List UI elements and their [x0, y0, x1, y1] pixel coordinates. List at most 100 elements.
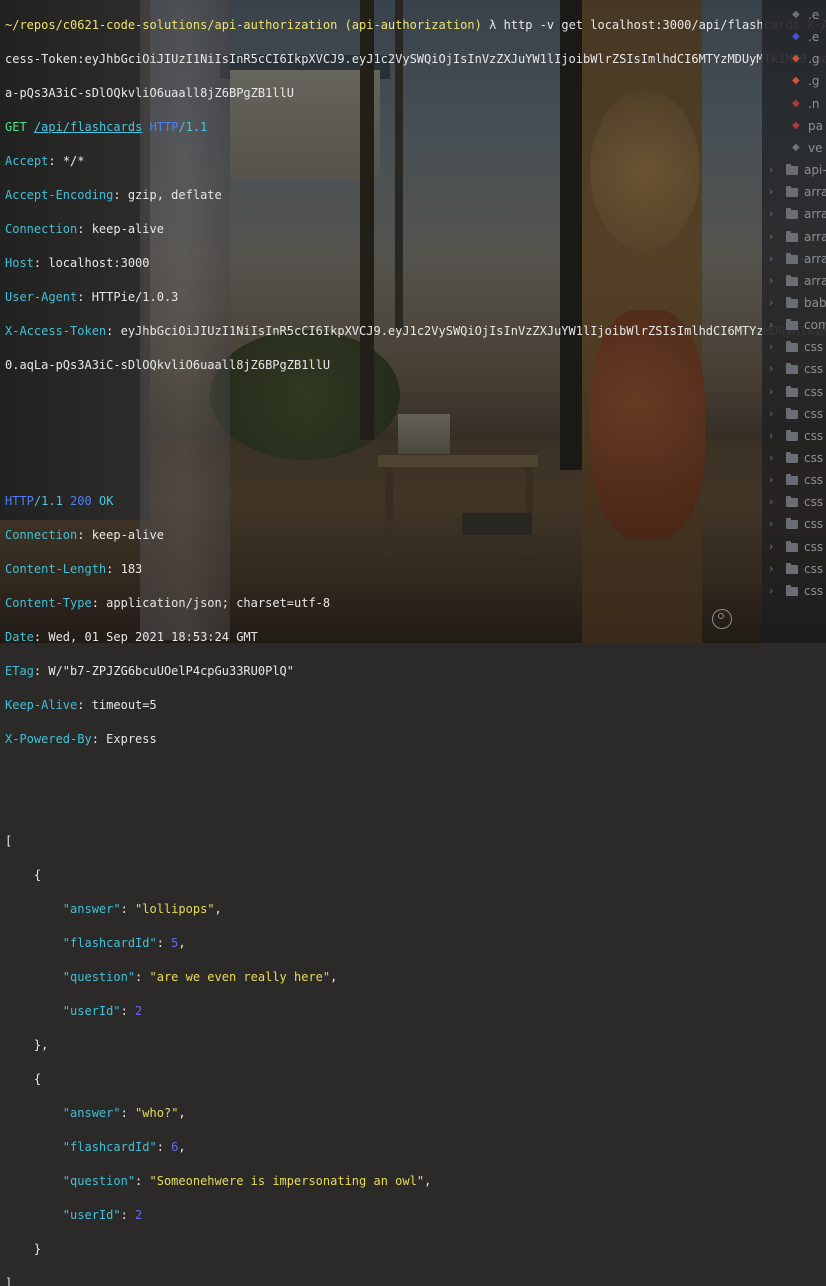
explorer-folder-label: arra	[804, 229, 826, 244]
header-value: Wed, 01 Sep 2021 18:53:24 GMT	[48, 630, 258, 644]
chevron-right-icon[interactable]: ›	[769, 536, 773, 558]
json-field: "question": "are we even really here",	[62, 970, 338, 984]
explorer-folder-item[interactable]: › css	[762, 469, 826, 491]
explorer-file-item[interactable]: ◆ .g	[762, 48, 826, 70]
header-key: Date	[5, 630, 34, 644]
json-close-bracket: ]	[5, 1276, 13, 1286]
explorer-file-item[interactable]: ◆ .e	[762, 4, 826, 26]
request-path: /api/flashcards	[33, 120, 143, 134]
json-answer: lollipops	[142, 902, 208, 916]
explorer-file-item[interactable]: ◆ .n	[762, 93, 826, 115]
json-brace: }	[33, 1242, 42, 1256]
explorer-folder-item[interactable]: › com	[762, 314, 826, 336]
header-value: application/json; charset=utf-8	[106, 596, 331, 610]
explorer-folder-item[interactable]: › css	[762, 447, 826, 469]
explorer-folder-item[interactable]: › bab	[762, 292, 826, 314]
header-line: ETag: W/"b7-ZPJZG6bcuUOelP4cpGu33RU0PlQ"	[5, 664, 294, 678]
header-line: Keep-Alive: timeout=5	[5, 698, 157, 712]
explorer-folder-item[interactable]: › css	[762, 491, 826, 513]
chevron-right-icon[interactable]: ›	[769, 513, 773, 535]
json-question: are we even really here	[156, 970, 323, 984]
file-explorer-sidebar[interactable]: ◆ .e ◆ .e ◆ .g ◆ .g ◆ .n ◆ pa ◆ ve › api- › arra › arra › arr…	[762, 0, 826, 643]
explorer-file-item[interactable]: ◆ .e	[762, 26, 826, 48]
explorer-folder-item[interactable]: › arra	[762, 248, 826, 270]
explorer-folder-item[interactable]: › css	[762, 336, 826, 358]
chevron-right-icon[interactable]: ›	[769, 558, 773, 580]
header-key: Host	[5, 256, 34, 270]
json-field: "userId": 2	[62, 1208, 143, 1222]
chevron-right-icon[interactable]: ›	[769, 248, 773, 270]
explorer-file-item[interactable]: ◆ pa	[762, 115, 826, 137]
header-value: W/"b7-ZPJZG6bcuUOelP4cpGu33RU0PlQ"	[48, 664, 294, 678]
chevron-right-icon[interactable]: ›	[769, 336, 773, 358]
explorer-folder-item[interactable]: › css	[762, 425, 826, 447]
chevron-right-icon[interactable]: ›	[769, 226, 773, 248]
chevron-right-icon[interactable]: ›	[769, 203, 773, 225]
folder-icon	[786, 452, 798, 463]
json-field: "answer": "lollipops",	[62, 902, 222, 916]
header-line: X-Access-Token: eyJhbGciOiJIUzI1NiIsInR5…	[5, 323, 826, 340]
explorer-folder-item[interactable]: › css	[762, 536, 826, 558]
chevron-right-icon[interactable]: ›	[769, 447, 773, 469]
chevron-right-icon[interactable]: ›	[769, 270, 773, 292]
chevron-right-icon[interactable]: ›	[769, 580, 773, 602]
json-field: "answer": "who?",	[62, 1106, 186, 1120]
explorer-file-label: .g	[808, 52, 820, 67]
folder-icon	[786, 429, 798, 441]
explorer-folder-item[interactable]: › css	[762, 403, 826, 425]
header-value: keep-alive	[91, 222, 164, 236]
folder-icon	[786, 164, 798, 176]
explorer-folder-item[interactable]: › css	[762, 513, 826, 535]
explorer-folder-item[interactable]: › css	[762, 358, 826, 380]
json-close-brace: },	[5, 1037, 795, 1054]
explorer-folder-label: css	[804, 517, 824, 532]
git-file-icon: ◆	[792, 75, 800, 87]
explorer-folder-item[interactable]: › css	[762, 580, 826, 602]
header-key: Connection	[5, 222, 78, 236]
explorer-folder-item[interactable]: › api-	[762, 159, 826, 181]
chevron-right-icon[interactable]: ›	[769, 425, 773, 447]
explorer-file-item[interactable]: ◆ ve	[762, 137, 826, 159]
chevron-right-icon[interactable]: ›	[769, 159, 773, 181]
header-line: User-Agent: HTTPie/1.0.3	[5, 290, 179, 304]
chevron-right-icon[interactable]: ›	[769, 469, 773, 491]
chevron-right-icon[interactable]: ›	[769, 314, 773, 336]
status-code: 200	[70, 494, 92, 508]
account-icon[interactable]	[712, 609, 732, 629]
chevron-right-icon[interactable]: ›	[769, 381, 773, 403]
explorer-file-item[interactable]: ◆ .g	[762, 70, 826, 92]
folder-icon	[786, 407, 798, 419]
explorer-folder-item[interactable]: › arra	[762, 181, 826, 203]
explorer-folder-item[interactable]: › css	[762, 381, 826, 403]
chevron-right-icon[interactable]: ›	[769, 403, 773, 425]
status-line: HTTP/1.1 200 OK	[5, 493, 795, 510]
explorer-file-label: .e	[808, 30, 820, 45]
command-continuation: cess-Token:eyJhbGciOiJIUzI1NiIsInR5cCI6I…	[5, 52, 826, 66]
explorer-folder-item[interactable]: › arra	[762, 270, 826, 292]
git-file-icon: ◆	[792, 53, 800, 65]
header-value: */*	[62, 154, 85, 168]
folder-icon	[786, 584, 798, 596]
json-open-brace: {	[5, 1071, 795, 1088]
header-key: User-Agent	[5, 290, 78, 304]
folder-icon	[786, 341, 798, 353]
header-line: Content-Length: 183	[5, 562, 143, 576]
chevron-right-icon[interactable]: ›	[769, 181, 773, 203]
explorer-folder-item[interactable]: › arra	[762, 226, 826, 248]
explorer-folder-label: css	[804, 561, 824, 576]
token-continuation: 0.aqLa-pQs3A3iC-sDlOQkvliO6uaall8jZ6BPgZ…	[5, 358, 331, 372]
explorer-folder-label: api-	[804, 163, 826, 178]
explorer-folder-label: arra	[804, 251, 826, 266]
text-file-icon: ◆	[792, 141, 800, 153]
chevron-right-icon[interactable]: ›	[769, 292, 773, 314]
terminal-output[interactable]: ~/repos/c0621-code-solutions/api-authori…	[5, 0, 826, 1286]
explorer-folder-item[interactable]: › arra	[762, 203, 826, 225]
chevron-right-icon[interactable]: ›	[769, 358, 773, 380]
folder-icon	[786, 540, 798, 552]
explorer-folder-item[interactable]: › css	[762, 558, 826, 580]
chevron-right-icon[interactable]: ›	[769, 491, 773, 513]
explorer-folder-label: css	[804, 473, 824, 488]
